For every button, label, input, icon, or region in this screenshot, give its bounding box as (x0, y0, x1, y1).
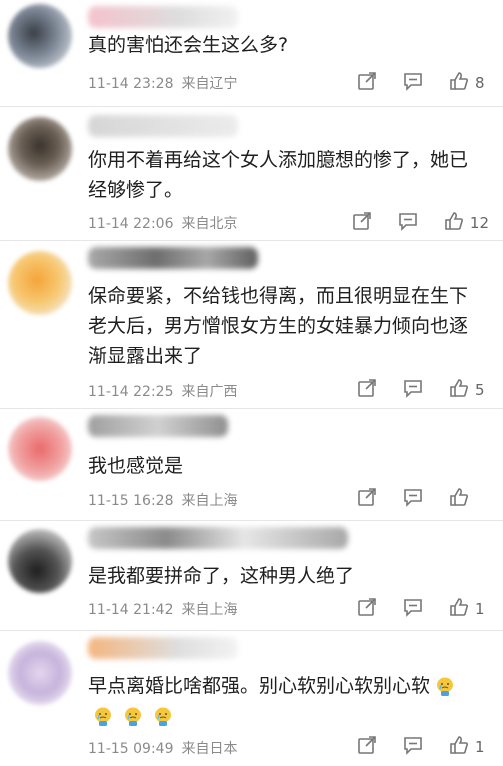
comment-feed: 真的害怕还会生这么多? 11-14 23:28 来自辽宁 8 你用不着再给这个女人… (0, 0, 503, 766)
comment-location: 来自上海 (181, 602, 238, 618)
like-button[interactable]: 1 (449, 597, 489, 621)
comment-meta: 11-15 16:28 来自上海 (88, 490, 237, 510)
like-button[interactable]: 1 (449, 735, 489, 759)
comment-meta: 11-14 23:28 来自辽宁 (88, 73, 237, 93)
comment-item: 真的害怕还会生这么多? 11-14 23:28 来自辽宁 8 (0, 0, 503, 107)
crying-face-emoji-icon (430, 675, 460, 697)
comment-text: 你用不着再给这个女人添加臆想的惨了，她已 经够惨了。 (88, 149, 469, 201)
avatar[interactable] (8, 117, 72, 181)
comment-date: 11-15 09:49 (88, 741, 174, 757)
thumbs-up-icon (449, 597, 469, 621)
comment-actions: 8 (331, 71, 489, 95)
reply-button[interactable] (398, 211, 418, 235)
comment-meta: 11-15 09:49 来自日本 (88, 738, 237, 758)
avatar[interactable] (8, 417, 72, 481)
comment-actions: 5 (331, 378, 489, 402)
like-count: 5 (475, 381, 485, 399)
share-icon (352, 211, 372, 235)
comment-item: 你用不着再给这个女人添加臆想的惨了，她已 经够惨了。 11-14 22:06 来自… (0, 107, 503, 241)
share-button[interactable] (357, 597, 377, 621)
like-count: 1 (475, 738, 485, 756)
share-icon (357, 487, 377, 511)
reply-icon (403, 735, 423, 759)
comment-meta: 11-14 22:25 来自广西 (88, 381, 237, 401)
like-button[interactable]: 5 (449, 378, 489, 402)
like-button[interactable]: 12 (444, 211, 489, 235)
share-icon (357, 735, 377, 759)
share-button[interactable] (357, 71, 377, 95)
like-count: 8 (475, 74, 485, 92)
crying-face-emoji-icon (148, 705, 178, 727)
reply-icon (403, 487, 423, 511)
reply-button[interactable] (403, 487, 423, 511)
share-icon (357, 378, 377, 402)
comment-text: 我也感觉是 (88, 455, 184, 477)
avatar[interactable] (8, 251, 72, 315)
comment-text: 真的害怕还会生这么多? (88, 34, 289, 56)
comment-text-content: 早点离婚比啥都强。别心软别心软别心软 (88, 675, 431, 697)
crying-face-emoji-icon (118, 705, 148, 727)
share-button[interactable] (352, 211, 372, 235)
comment-date: 11-14 21:42 (88, 602, 174, 618)
reply-button[interactable] (403, 71, 423, 95)
avatar[interactable] (8, 529, 72, 593)
like-button[interactable]: 8 (449, 71, 489, 95)
comment-location: 来自辽宁 (181, 76, 238, 92)
comment-text: 是我都要拼命了，这种男人绝了 (88, 565, 355, 587)
username-redacted[interactable] (88, 415, 228, 437)
avatar[interactable] (8, 4, 72, 68)
username-redacted[interactable] (88, 6, 238, 28)
comment-item: 我也感觉是 11-15 16:28 来自上海 (0, 409, 503, 521)
comment-text: 早点离婚比啥都强。别心软别心软别心软 (88, 671, 485, 731)
share-icon (357, 597, 377, 621)
comment-location: 来自北京 (181, 216, 238, 232)
comment-text: 保命要紧，不给钱也得离，而且很明显在生下 老大后，男方憎恨女方生的女娃暴力倾向也… (88, 285, 469, 367)
comment-actions (331, 487, 489, 511)
comment-date: 11-14 22:25 (88, 384, 174, 400)
thumbs-up-icon (449, 378, 469, 402)
reply-icon (403, 71, 423, 95)
comment-actions: 12 (326, 211, 489, 235)
thumbs-up-icon (449, 735, 469, 759)
reply-icon (398, 211, 418, 235)
username-redacted[interactable] (88, 115, 238, 137)
share-button[interactable] (357, 487, 377, 511)
thumbs-up-icon (449, 71, 469, 95)
comment-location: 来自上海 (181, 493, 238, 509)
thumbs-up-icon (449, 487, 469, 511)
comment-date: 11-14 22:06 (88, 216, 174, 232)
comment-date: 11-15 16:28 (88, 493, 174, 509)
reply-button[interactable] (403, 735, 423, 759)
like-button[interactable] (449, 487, 489, 511)
reply-icon (403, 597, 423, 621)
reply-icon (403, 378, 423, 402)
username-redacted[interactable] (88, 637, 238, 659)
comment-item: 早点离婚比啥都强。别心软别心软别心软 11-15 09:49 来自日本 1 (0, 631, 503, 766)
reply-button[interactable] (403, 597, 423, 621)
comment-date: 11-14 23:28 (88, 76, 174, 92)
share-button[interactable] (357, 735, 377, 759)
comment-actions: 1 (331, 735, 489, 759)
comment-meta: 11-14 21:42 来自上海 (88, 599, 237, 619)
avatar[interactable] (8, 641, 72, 705)
like-count: 12 (469, 214, 489, 232)
like-count: 1 (475, 600, 485, 618)
username-redacted[interactable] (88, 527, 348, 549)
comment-actions: 1 (331, 597, 489, 621)
reply-button[interactable] (403, 378, 423, 402)
comment-location: 来自广西 (181, 384, 238, 400)
thumbs-up-icon (444, 211, 464, 235)
comment-location: 来自日本 (181, 741, 238, 757)
crying-face-emoji-icon (88, 705, 118, 727)
share-button[interactable] (357, 378, 377, 402)
comment-item: 保命要紧，不给钱也得离，而且很明显在生下 老大后，男方憎恨女方生的女娃暴力倾向也… (0, 241, 503, 409)
comment-item: 是我都要拼命了，这种男人绝了 11-14 21:42 来自上海 1 (0, 521, 503, 631)
share-icon (357, 71, 377, 95)
comment-meta: 11-14 22:06 来自北京 (88, 213, 237, 233)
username-redacted[interactable] (88, 247, 258, 269)
